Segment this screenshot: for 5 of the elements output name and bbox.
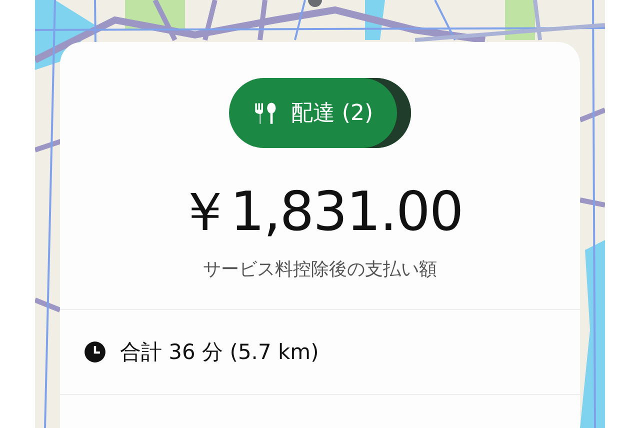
clock-icon [84, 341, 106, 364]
trip-summary: 合計 36 分 (5.7 km) [120, 339, 319, 366]
fare-note: サービス料控除後の支払い額 [203, 258, 437, 282]
fare-amount: ￥1,831.00 [177, 182, 463, 242]
delivery-badge[interactable]: 配達 (2) [229, 78, 411, 148]
